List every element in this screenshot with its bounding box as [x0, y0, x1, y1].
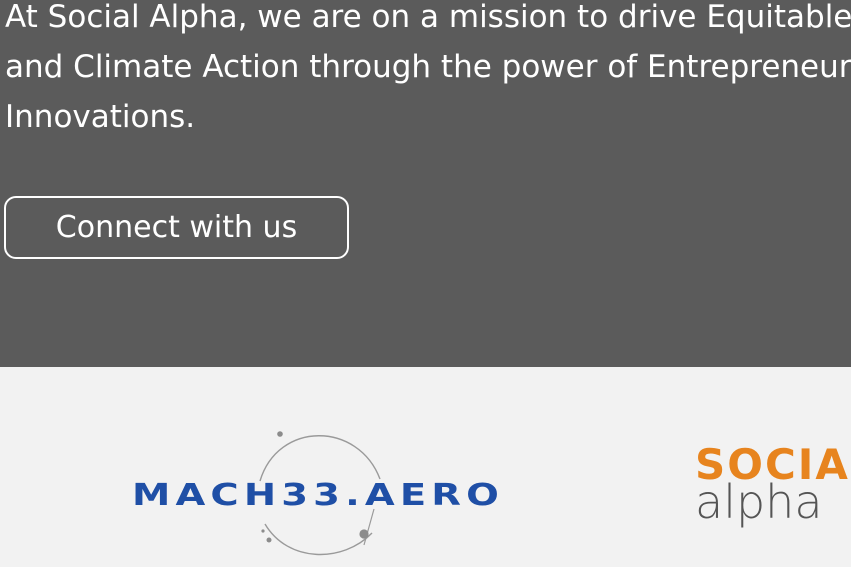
connect-with-us-button[interactable]: Connect with us: [4, 196, 349, 259]
mach33-aero-logo[interactable]: MACH33.AERO: [128, 427, 510, 557]
mach33-wordmark: MACH33.AERO: [132, 478, 504, 513]
mission-line-1: At Social Alpha, we are on a mission to …: [5, 0, 851, 35]
social-alpha-logo-bottom-word: alpha: [695, 475, 823, 529]
mission-statement: At Social Alpha, we are on a mission to …: [5, 0, 851, 142]
hero-section: At Social Alpha, we are on a mission to …: [0, 0, 851, 367]
mach33-orbit-icon: MACH33.AERO: [132, 431, 504, 556]
mission-line-2: and Climate Action through the power of …: [5, 49, 851, 85]
social-alpha-logo[interactable]: SOCIAL alpha: [695, 442, 851, 542]
partner-logos-section: MACH33.AERO SOCIAL alpha: [0, 367, 851, 567]
mission-line-3: Innovations.: [5, 99, 196, 135]
